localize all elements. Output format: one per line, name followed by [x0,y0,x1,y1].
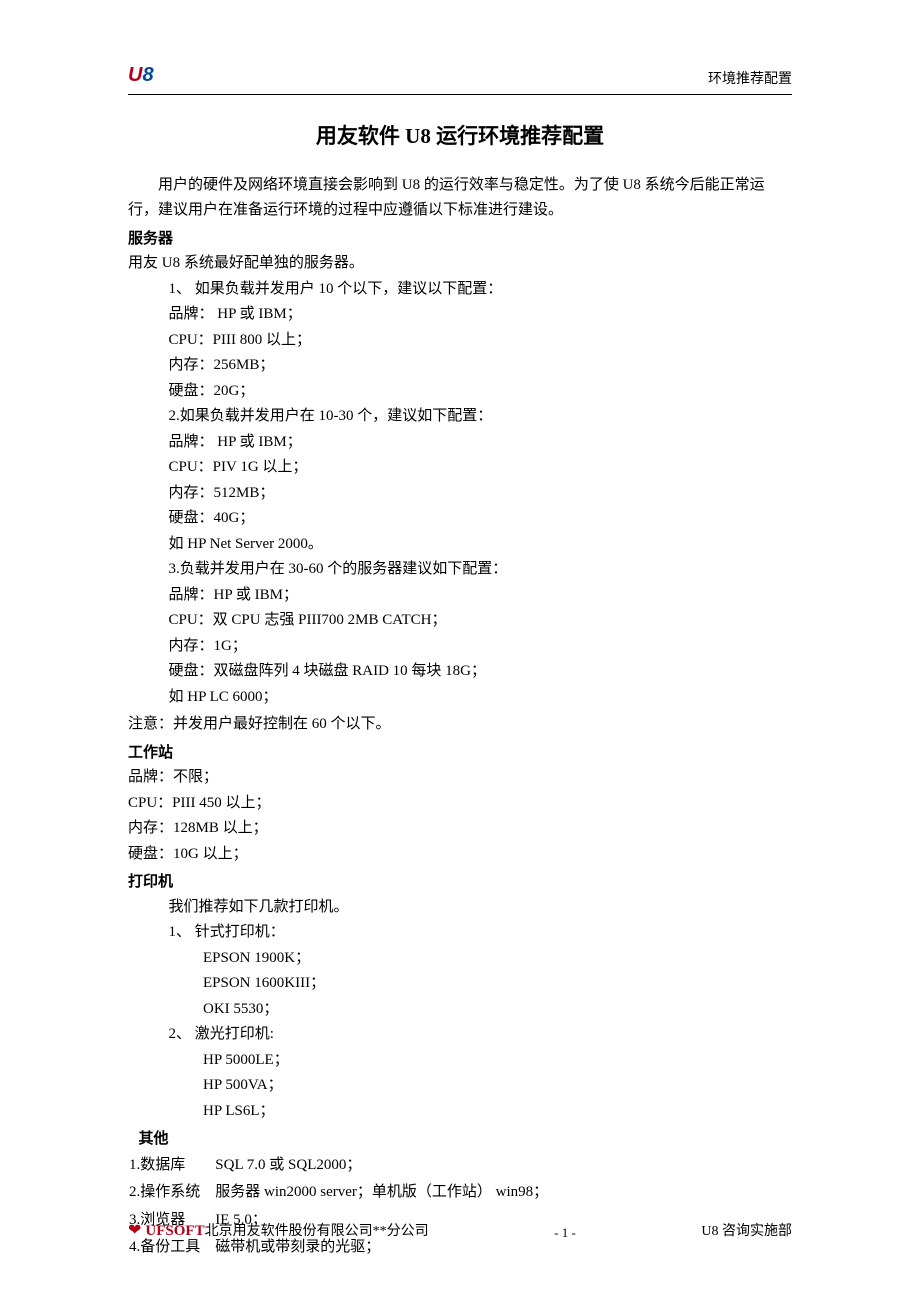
other-row-val: 服务器 win2000 server；单机版（工作站） win98； [214,1179,549,1207]
server-intro: 用友 U8 系统最好配单独的服务器。 [128,251,792,277]
server-tier1-head: 1、 如果负载并发用户 10 个以下，建议以下配置： [128,277,792,303]
footer-brand: ❤ UFSOFT北京用友软件股份有限公司**分公司 [128,1217,429,1244]
printer-laser-head: 2、 激光打印机: [128,1022,792,1048]
server-note: 注意：并发用户最好控制在 60 个以下。 [128,712,792,738]
other-row-val: SQL 7.0 或 SQL2000； [214,1152,549,1180]
ws-mem: 内存：128MB 以上； [128,816,792,842]
server-tier3-disk: 硬盘：双磁盘阵列 4 块磁盘 RAID 10 每块 18G； [128,659,792,685]
ws-disk: 硬盘：10G 以上； [128,842,792,868]
printer-dot-1: EPSON 1900K； [128,946,792,972]
server-tier2-mem: 内存：512MB； [128,481,792,507]
footer: ❤ UFSOFT北京用友软件股份有限公司**分公司 - 1 - U8 咨询实施部 [128,1217,792,1244]
table-row: 1.数据库SQL 7.0 或 SQL2000； [128,1152,549,1180]
printer-laser-1: HP 5000LE； [128,1048,792,1074]
server-tier1-cpu: CPU：PIII 800 以上； [128,328,792,354]
section-heading-printer: 打印机 [128,869,792,895]
section-heading-other: 其他 [128,1126,792,1152]
page-title: 用友软件 U8 运行环境推荐配置 [128,119,792,155]
printer-dot-head: 1、 针式打印机： [128,920,792,946]
other-row-key: 2.操作系统 [128,1179,214,1207]
section-heading-server: 服务器 [128,226,792,252]
page: U8 环境推荐配置 用友软件 U8 运行环境推荐配置 用户的硬件及网络环境直接会… [0,0,920,1302]
server-tier2-disk: 硬盘：40G； [128,506,792,532]
server-tier2-brand: 品牌： HP 或 IBM； [128,430,792,456]
intro-paragraph: 用户的硬件及网络环境直接会影响到 U8 的运行效率与稳定性。为了使 U8 系统今… [128,173,792,224]
server-tier3-brand: 品牌：HP 或 IBM； [128,583,792,609]
server-tier1-brand: 品牌： HP 或 IBM； [128,302,792,328]
ufsoft-heart-icon: ❤ [128,1217,141,1244]
server-tier3-head: 3.负载并发用户在 30-60 个的服务器建议如下配置： [128,557,792,583]
server-tier3-mem: 内存：1G； [128,634,792,660]
footer-department: U8 咨询实施部 [701,1220,792,1244]
section-heading-workstation: 工作站 [128,740,792,766]
server-tier2-head: 2.如果负载并发用户在 10-30 个，建议如下配置： [128,404,792,430]
footer-page-number: - 1 - [554,1222,576,1244]
server-tier1-mem: 内存：256MB； [128,353,792,379]
header: U8 环境推荐配置 [128,58,792,92]
printer-dot-3: OKI 5530； [128,997,792,1023]
printer-laser-3: HP LS6L； [128,1099,792,1125]
footer-brand-text: UFSOFT [145,1223,204,1239]
server-tier1-disk: 硬盘：20G； [128,379,792,405]
server-tier3-cpu: CPU：双 CPU 志强 PIII700 2MB CATCH； [128,608,792,634]
logo-letter-u: U [128,64,142,86]
printer-intro: 我们推荐如下几款打印机。 [128,895,792,921]
other-row-key: 1.数据库 [128,1152,214,1180]
header-right-label: 环境推荐配置 [708,68,792,92]
server-tier2-example: 如 HP Net Server 2000。 [128,532,792,558]
footer-company: 北京用友软件股份有限公司**分公司 [205,1224,429,1239]
table-row: 2.操作系统服务器 win2000 server；单机版（工作站） win98； [128,1179,549,1207]
other-table: 1.数据库SQL 7.0 或 SQL2000； 2.操作系统服务器 win200… [128,1152,549,1262]
logo-u8: U8 [128,58,154,92]
printer-laser-2: HP 500VA； [128,1073,792,1099]
server-tier3-example: 如 HP LC 6000； [128,685,792,711]
header-divider [128,94,792,95]
ws-cpu: CPU：PIII 450 以上； [128,791,792,817]
server-tier2-cpu: CPU：PIV 1G 以上； [128,455,792,481]
printer-dot-2: EPSON 1600KIII； [128,971,792,997]
ws-brand: 品牌：不限； [128,765,792,791]
logo-digit-8: 8 [142,64,153,86]
